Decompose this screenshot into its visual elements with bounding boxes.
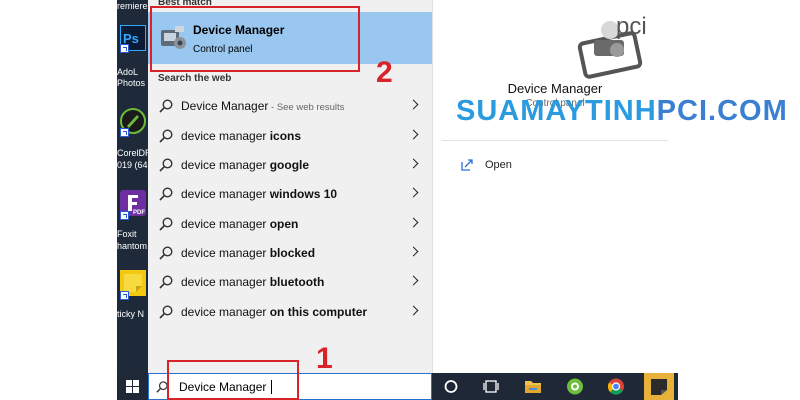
annotation-highlight-best-match (150, 6, 360, 72)
web-result-0[interactable]: Device Manager - See web results (148, 92, 432, 120)
chevron-right-icon (408, 275, 419, 286)
web-result-label: device manager bluetooth (181, 275, 325, 289)
coccoc-browser-button[interactable] (560, 373, 590, 400)
search-web-header: Search the web (158, 73, 232, 84)
chevron-right-icon (408, 129, 419, 140)
web-result-label: Device Manager - See web results (181, 99, 345, 113)
open-label: Open (485, 159, 512, 171)
start-button[interactable] (117, 373, 148, 400)
file-explorer-button[interactable] (518, 373, 548, 400)
web-result-label: device manager google (181, 158, 310, 172)
preview-divider (442, 140, 668, 141)
web-result-label: device manager blocked (181, 246, 316, 260)
web-result-3[interactable]: device manager windows 10 (148, 180, 432, 208)
task-view-icon (483, 380, 499, 393)
web-result-1[interactable]: device manager icons (148, 122, 432, 150)
annotation-highlight-search-box (167, 360, 299, 400)
desktop-label-coreldraw: CorelDR (117, 148, 148, 158)
desktop-label-phantom: hantom (117, 241, 148, 251)
shortcut-arrow-icon (120, 44, 129, 53)
search-icon (159, 305, 173, 319)
shortcut-arrow-icon (120, 211, 129, 220)
desktop-label-foxit: Foxit (117, 229, 137, 239)
web-result-5[interactable]: device manager blocked (148, 239, 432, 267)
web-result-7[interactable]: device manager on this computer (148, 298, 432, 326)
web-result-label: device manager open (181, 217, 299, 231)
open-action[interactable]: Open (458, 155, 658, 177)
left-margin (0, 0, 117, 400)
shortcut-arrow-icon (120, 128, 129, 137)
task-view-button[interactable] (476, 373, 506, 400)
search-icon (159, 158, 173, 172)
cortana-icon (444, 380, 458, 393)
chevron-right-icon (408, 187, 419, 198)
pci-logo-watermark: pci (572, 10, 662, 82)
svg-text:PDF: PDF (133, 210, 145, 216)
logo-text: pci (616, 13, 647, 40)
desktop-label-sticky-notes: ticky N (117, 309, 144, 319)
web-result-6[interactable]: device manager bluetooth (148, 268, 432, 296)
web-result-label: device manager on this computer (181, 305, 368, 319)
chevron-right-icon (408, 246, 419, 257)
desktop-icons-strip: remiere Ps AdoL Photos CorelDR 019 (64 P… (117, 0, 148, 373)
site-watermark: SUAMAYTINHPCI.COM (456, 95, 788, 127)
cortana-button[interactable] (436, 373, 466, 400)
shortcut-arrow-icon (120, 291, 129, 300)
chevron-right-icon (408, 158, 419, 169)
chevron-right-icon (408, 99, 419, 110)
search-icon (159, 246, 173, 260)
screenshot-stage: remiere Ps AdoL Photos CorelDR 019 (64 P… (0, 0, 800, 400)
desktop-label-premiere: remiere (117, 1, 148, 11)
chrome-icon (607, 378, 624, 395)
chevron-right-icon (408, 305, 419, 316)
search-icon (159, 129, 173, 143)
file-explorer-icon (525, 381, 541, 393)
search-icon (159, 99, 173, 113)
annotation-step-2: 2 (376, 56, 393, 89)
open-icon (461, 159, 473, 171)
web-result-label: device manager icons (181, 129, 302, 143)
sticky-notes-icon (651, 379, 667, 395)
web-result-4[interactable]: device manager open (148, 210, 432, 238)
search-icon (159, 217, 173, 231)
chrome-button[interactable] (601, 373, 631, 400)
web-result-label: device manager windows 10 (181, 187, 338, 201)
desktop-label-adobe: AdoL (117, 67, 139, 77)
preview-title: Device Manager (507, 81, 603, 96)
search-icon (159, 275, 173, 289)
windows-logo-icon (126, 380, 139, 393)
sticky-notes-taskbar-button[interactable] (644, 373, 674, 400)
chevron-right-icon (408, 217, 419, 228)
desktop-label-photoshop: Photos (117, 78, 146, 88)
right-margin (678, 0, 800, 400)
web-result-2[interactable]: device manager google (148, 151, 432, 179)
coccoc-browser-icon (567, 378, 583, 395)
annotation-step-1: 1 (316, 342, 333, 375)
desktop-label-coreldraw-version: 019 (64 (117, 160, 148, 170)
search-icon (159, 187, 173, 201)
